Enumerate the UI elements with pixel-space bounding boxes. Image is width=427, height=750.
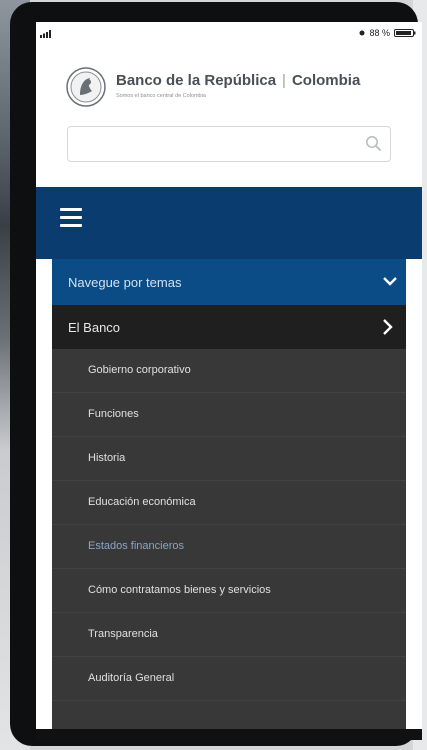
page-edge [406, 259, 422, 729]
submenu-item[interactable]: Cómo contratamos bienes y servicios [52, 569, 406, 613]
search-icon[interactable] [365, 135, 382, 152]
search-input[interactable] [67, 126, 391, 162]
submenu-item-active[interactable]: Estados financieros [52, 525, 406, 569]
status-right: 88 % [359, 28, 416, 38]
status-bar: 88 % [36, 22, 422, 44]
menu-topics-label: Navegue por temas [68, 274, 182, 290]
chevron-right-icon[interactable] [380, 318, 394, 336]
brand-title[interactable]: Banco de la República | Colombia [116, 72, 360, 89]
site-header: Banco de la República | Colombia Somos el … [36, 44, 422, 207]
bottom-bar [36, 729, 422, 740]
phone-screen: 88 % Banco de la República | Colombia Somo… [36, 22, 422, 740]
brand-tagline: Somos el banco central de Colombia [116, 93, 206, 99]
submenu-item[interactable]: Transparencia [52, 613, 406, 657]
submenu-item[interactable]: Gobierno corporativo [52, 349, 406, 393]
submenu-item[interactable]: Funciones [52, 393, 406, 437]
submenu-list: Gobierno corporativo Funciones Historia … [52, 349, 406, 701]
submenu-item[interactable]: Historia [52, 437, 406, 481]
hamburger-icon[interactable] [60, 208, 82, 228]
seal-logo-icon[interactable] [66, 67, 106, 107]
battery-percent: 88 % [369, 28, 390, 38]
nav-menu-panel: Navegue por temas El Banco Gobierno corp… [52, 259, 406, 729]
chevron-down-icon[interactable] [382, 273, 398, 289]
main-navbar [36, 187, 422, 259]
menu-section-el-banco[interactable]: El Banco [52, 305, 406, 349]
phone-frame: 88 % Banco de la República | Colombia Somo… [10, 2, 422, 746]
submenu-item[interactable]: Educación económica [52, 481, 406, 525]
brand-country: Colombia [291, 72, 361, 89]
signal-icon [40, 30, 51, 38]
brand-name: Banco de la República [116, 72, 277, 89]
menu-topics-header[interactable]: Navegue por temas [52, 259, 406, 305]
submenu-item[interactable]: Auditoría General [52, 657, 406, 701]
battery-icon [394, 29, 416, 37]
alarm-icon [359, 30, 365, 36]
menu-section-label: El Banco [68, 319, 121, 335]
brand-separator: | [282, 72, 286, 89]
